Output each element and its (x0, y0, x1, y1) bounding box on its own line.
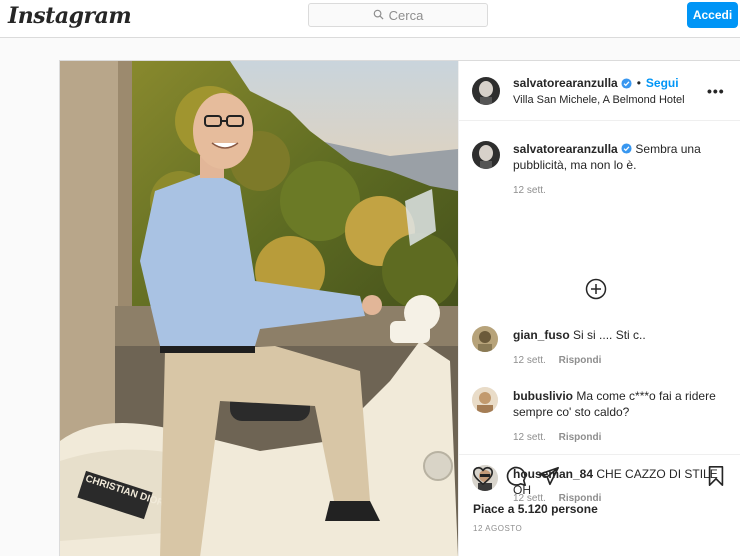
reply-button[interactable]: Rispondi (559, 432, 602, 443)
follow-button[interactable]: Segui (646, 76, 679, 90)
top-navigation-bar: Instagram Cerca Accedi (0, 0, 740, 38)
plus-circle-icon[interactable] (585, 278, 607, 300)
post-photo[interactable]: CHRISTIAN DIOR (60, 61, 458, 556)
comment-time[interactable]: 12 sett. (513, 355, 546, 366)
likes-count[interactable]: Piace a 5.120 persone (473, 502, 598, 516)
post-photo-illustration: CHRISTIAN DIOR (60, 61, 458, 556)
more-options-icon[interactable]: ••• (707, 83, 725, 99)
commenter-avatar[interactable] (472, 326, 498, 352)
comment-meta: 12 sett. Rispondi (513, 355, 601, 366)
comment-body: Si si .... Sti c.. (573, 328, 646, 342)
search-placeholder: Cerca (388, 7, 424, 23)
separator-dot: • (636, 76, 641, 90)
post-card: CHRISTIAN DIOR salvatorearanzulla • Segu… (59, 60, 740, 556)
post-header: salvatorearanzulla • Segui Villa San Mic… (459, 61, 740, 121)
comment-text: bubuslivio Ma come c***o fai a ridere se… (513, 388, 731, 420)
heart-icon[interactable] (472, 465, 494, 487)
login-button[interactable]: Accedi (687, 2, 738, 28)
verified-icon (621, 77, 632, 89)
post-actions: Piace a 5.120 persone 12 AGOSTO (459, 454, 740, 556)
commenter-avatar[interactable] (472, 141, 500, 169)
instagram-logo[interactable]: Instagram (8, 3, 132, 29)
comment-username[interactable]: gian_fuso (513, 328, 570, 342)
comments-list: salvatorearanzulla Sembra una pubblicità… (459, 121, 740, 504)
comment-time[interactable]: 12 sett. (513, 185, 546, 196)
comment-username[interactable]: bubuslivio (513, 389, 573, 403)
search-icon (373, 8, 384, 23)
post-date[interactable]: 12 AGOSTO (473, 524, 522, 533)
post-location[interactable]: Villa San Michele, A Belmond Hotel (513, 94, 685, 106)
post-side-panel: salvatorearanzulla • Segui Villa San Mic… (458, 61, 740, 556)
verified-icon (621, 142, 632, 154)
comment-time[interactable]: 12 sett. (513, 432, 546, 443)
share-icon[interactable] (538, 465, 560, 487)
comment-text: salvatorearanzulla Sembra una pubblicità… (513, 141, 731, 173)
comment-text: gian_fuso Si si .... Sti c.. (513, 327, 731, 343)
author-avatar[interactable] (472, 77, 500, 105)
author-username[interactable]: salvatorearanzulla (513, 76, 618, 90)
reply-button[interactable]: Rispondi (559, 355, 602, 366)
comment-icon[interactable] (505, 465, 527, 487)
bookmark-icon[interactable] (705, 465, 727, 487)
commenter-avatar[interactable] (472, 387, 498, 413)
comment-username[interactable]: salvatorearanzulla (513, 142, 618, 156)
search-input[interactable]: Cerca (308, 3, 488, 27)
post-author-line: salvatorearanzulla • Segui (513, 76, 679, 90)
comment-meta: 12 sett. Rispondi (513, 432, 601, 443)
comment-meta: 12 sett. (513, 185, 546, 196)
